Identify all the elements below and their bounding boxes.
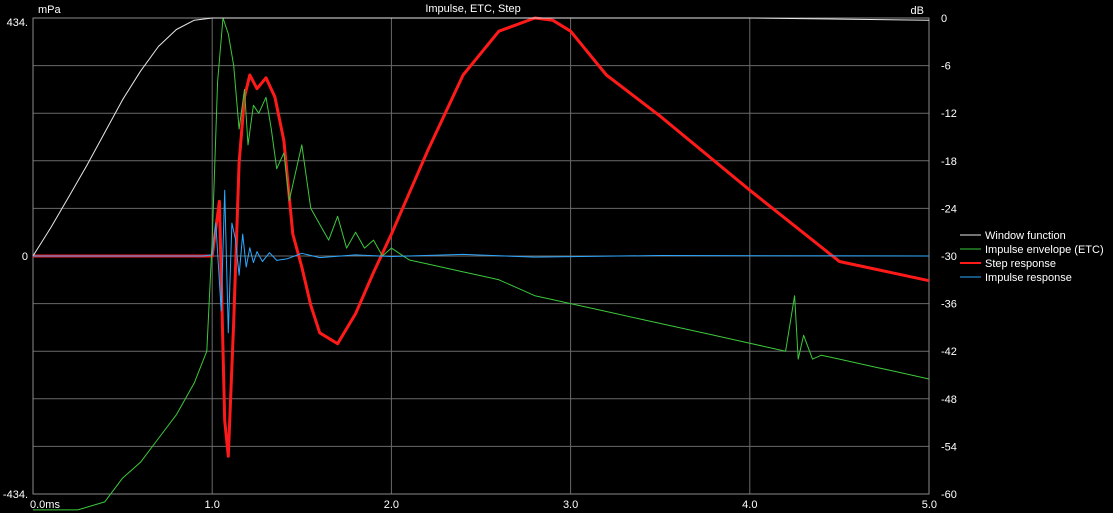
right-axis-tick-label: -36 bbox=[941, 299, 957, 311]
x-axis-tick-label: 2.0 bbox=[384, 499, 399, 511]
right-axis-tick-label: -42 bbox=[941, 346, 957, 358]
right-axis-tick-label: -24 bbox=[941, 203, 957, 215]
left-axis-tick-label: -434. bbox=[3, 489, 28, 501]
legend-label: Window function bbox=[985, 230, 1066, 242]
impulse-etc-step-chart: Impulse, ETC, Step mPa dB 434. 0 -434. 0 -6 -… bbox=[0, 0, 1113, 513]
x-axis-tick-label: 4.0 bbox=[742, 499, 757, 511]
legend-label: Impulse response bbox=[985, 272, 1072, 284]
right-axis-unit: dB bbox=[911, 5, 924, 17]
right-axis-tick-label: 0 bbox=[941, 13, 947, 25]
left-axis-tick-label: 0 bbox=[22, 251, 28, 263]
right-axis-tick-label: -30 bbox=[941, 251, 957, 263]
right-axis-tick-label: -12 bbox=[941, 108, 957, 120]
legend-label: Step response bbox=[985, 258, 1056, 270]
right-axis-tick-label: -48 bbox=[941, 394, 957, 406]
right-axis-tick-label: -6 bbox=[941, 61, 951, 73]
right-axis-tick-label: -18 bbox=[941, 156, 957, 168]
right-axis-tick-label: -54 bbox=[941, 441, 957, 453]
x-axis-tick-label: 0.0ms bbox=[30, 499, 60, 511]
left-axis-unit: mPa bbox=[38, 4, 62, 16]
right-axis-tick-label: -60 bbox=[941, 489, 957, 501]
x-axis-tick-label: 5.0 bbox=[922, 499, 937, 511]
x-axis-tick-label: 1.0 bbox=[205, 499, 220, 511]
chart-title: Impulse, ETC, Step bbox=[425, 3, 520, 15]
legend-label: Impulse envelope (ETC) bbox=[985, 244, 1104, 256]
x-axis-tick-label: 3.0 bbox=[563, 499, 578, 511]
left-axis-tick-label: 434. bbox=[7, 17, 28, 29]
